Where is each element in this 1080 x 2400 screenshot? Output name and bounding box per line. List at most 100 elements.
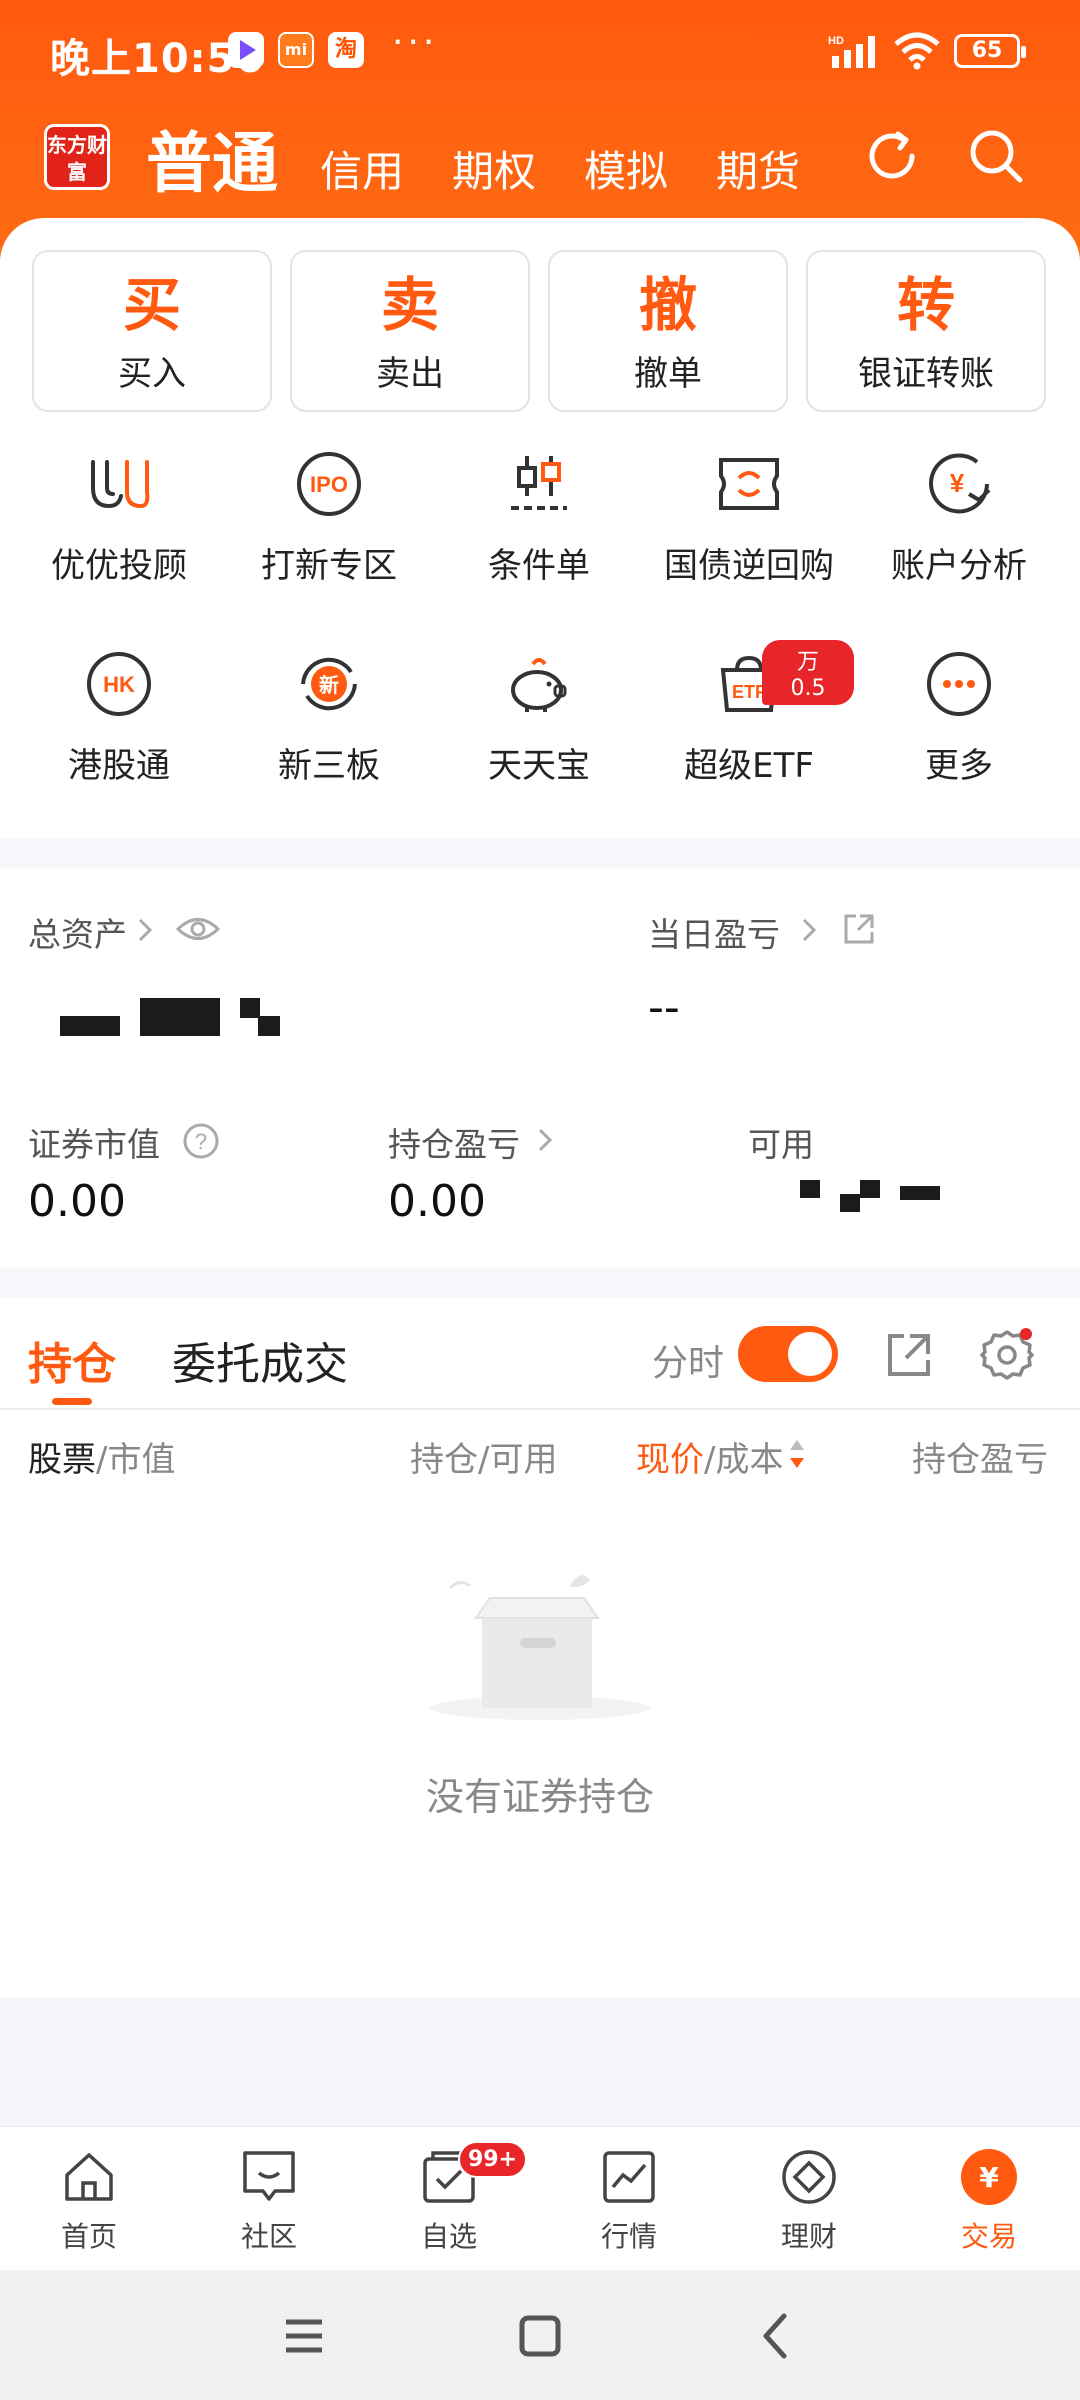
shortcut-label: 港股通	[68, 746, 170, 786]
tab-futures[interactable]: 期货	[716, 138, 800, 199]
shortcut-condition-order[interactable]: 条件单	[434, 448, 644, 628]
more-icon	[927, 652, 991, 716]
shortcut-reverse-repo[interactable]: 国债逆回购	[644, 448, 854, 628]
network-type: HD	[828, 35, 844, 47]
tab-orders-trades[interactable]: 委托成交	[172, 1328, 348, 1392]
home-icon	[65, 2153, 113, 2201]
taobao-app-icon: 淘	[328, 32, 364, 68]
timeshare-label: 分时	[652, 1343, 725, 1384]
shortcut-piggy-bank[interactable]: 天天宝	[434, 648, 644, 828]
shortcut-ipo[interactable]: IPO 打新专区	[224, 448, 434, 628]
sell-button[interactable]: 卖 卖出	[290, 250, 530, 412]
bank-transfer-button[interactable]: 转 银证转账	[806, 250, 1046, 412]
tab-holdings[interactable]: 持仓	[28, 1328, 116, 1392]
col-cost[interactable]: /成本	[704, 1432, 783, 1481]
shortcut-super-etf[interactable]: ETF 万0.5 超级ETF	[644, 640, 854, 828]
account-type-nav: 东方财富 普通 信用 期权 模拟 期货	[0, 110, 1080, 210]
col-market-value: /市值	[96, 1440, 176, 1480]
market-icon	[603, 2151, 655, 2203]
wealth-icon	[782, 2150, 836, 2204]
tab-normal[interactable]: 普通	[146, 110, 278, 206]
transfer-label: 银证转账	[858, 354, 994, 394]
nav-community[interactable]: 社区	[194, 2147, 344, 2255]
ipo-icon: IPO	[297, 452, 361, 516]
svg-text:IPO: IPO	[310, 472, 348, 497]
shortcut-label: 更多	[925, 746, 993, 786]
svg-text:ETF: ETF	[732, 682, 766, 702]
total-assets-label[interactable]: 总资产	[28, 908, 127, 956]
col-price[interactable]: 现价	[636, 1432, 704, 1481]
signal-icon: HD	[828, 35, 875, 68]
nav-wealth[interactable]: 理财	[734, 2147, 884, 2255]
settings-icon[interactable]	[980, 1328, 1034, 1382]
position-pl-label[interactable]: 持仓盈亏	[388, 1118, 520, 1166]
svg-text:?: ?	[195, 1129, 207, 1154]
transfer-glyph: 转	[896, 271, 955, 339]
col-position-pl[interactable]: 持仓盈亏	[912, 1432, 1048, 1481]
shortcut-uu-advisor[interactable]: 优优投顾	[14, 448, 224, 628]
more-notifications-icon: ···	[392, 22, 439, 63]
search-icon[interactable]	[964, 124, 1028, 188]
watchlist-badge: 99+	[458, 2141, 528, 2178]
tab-credit[interactable]: 信用	[320, 138, 404, 199]
shortcut-label: 新三板	[278, 746, 380, 786]
system-navigation-bar	[0, 2270, 1080, 2400]
daily-pl-label[interactable]: 当日盈亏	[648, 908, 780, 956]
back-icon[interactable]	[748, 2308, 804, 2364]
reverse-repo-icon	[719, 458, 779, 510]
buy-label: 买入	[118, 354, 186, 394]
nav-label: 交易	[960, 2220, 1017, 2253]
condition-order-icon	[511, 456, 567, 510]
nav-trade[interactable]: ¥ 交易	[914, 2147, 1064, 2255]
timeshare-toggle[interactable]	[738, 1326, 838, 1382]
sell-label: 卖出	[376, 354, 444, 394]
battery-indicator: 65	[954, 34, 1026, 68]
cancel-label: 撤单	[634, 354, 702, 394]
fee-badge: 万0.5	[762, 640, 854, 705]
nav-label: 社区	[240, 2220, 297, 2253]
share-icon[interactable]	[882, 1328, 936, 1382]
svg-text:HK: HK	[103, 672, 135, 697]
chevron-right-icon	[138, 918, 153, 942]
shortcut-label: 天天宝	[488, 746, 590, 786]
external-link-icon[interactable]	[842, 912, 876, 946]
refresh-icon[interactable]	[860, 124, 924, 188]
svg-text:¥: ¥	[979, 2161, 999, 2194]
status-bar: 晚上10:56 mi 淘 ··· HD 65	[0, 0, 1080, 100]
help-icon[interactable]: ?	[182, 1122, 220, 1160]
tab-simulation[interactable]: 模拟	[584, 138, 668, 199]
col-position-pl-clip: 持仓盈亏	[912, 1422, 1080, 1482]
active-tab-indicator	[52, 1398, 92, 1405]
tab-options[interactable]: 期权	[452, 138, 536, 199]
neeq-icon: 新	[301, 657, 357, 711]
nav-home[interactable]: 首页	[14, 2147, 164, 2255]
shortcut-hk-connect[interactable]: HK 港股通	[14, 648, 224, 828]
sort-icon[interactable]	[788, 1438, 806, 1470]
nav-watchlist[interactable]: 99+ 自选	[374, 2141, 528, 2255]
nav-market[interactable]: 行情	[554, 2147, 704, 2255]
market-value: 0.00	[28, 1176, 126, 1227]
market-value-label: 证券市值	[28, 1125, 160, 1164]
shortcut-label: 超级ETF	[684, 746, 814, 786]
buy-glyph: 买	[122, 271, 181, 339]
shortcut-account-analysis[interactable]: ¥ 账户分析	[854, 448, 1064, 628]
trade-icon: ¥	[961, 2149, 1017, 2205]
shortcut-neeq[interactable]: 新 新三板	[224, 648, 434, 828]
divider	[0, 1408, 1080, 1410]
chevron-right-icon	[802, 918, 817, 942]
asset-summary: 总资产 当日盈亏 -- 证券市值 ? 0.00 持仓盈亏 0.00 可用	[0, 868, 1080, 1268]
col-hold-available[interactable]: 持仓/可用	[410, 1432, 557, 1481]
home-square-icon[interactable]	[512, 2308, 568, 2364]
cancel-order-button[interactable]: 撤 撤单	[548, 250, 788, 412]
shortcut-more[interactable]: 更多	[854, 648, 1064, 828]
eye-icon[interactable]	[176, 914, 220, 944]
menu-icon[interactable]	[276, 2308, 332, 2364]
sell-glyph: 卖	[380, 271, 439, 339]
positions-panel: 持仓 委托成交 分时 股票 /市值 持仓/可用 现价 /成本 持仓盈亏 没有证券…	[0, 1298, 1080, 1998]
shortcut-label: 打新专区	[261, 546, 397, 586]
divider	[0, 1268, 1080, 1298]
available-label: 可用	[748, 1125, 814, 1164]
buy-button[interactable]: 买 买入	[32, 250, 272, 412]
community-icon	[243, 2151, 295, 2201]
svg-text:¥: ¥	[950, 468, 965, 498]
